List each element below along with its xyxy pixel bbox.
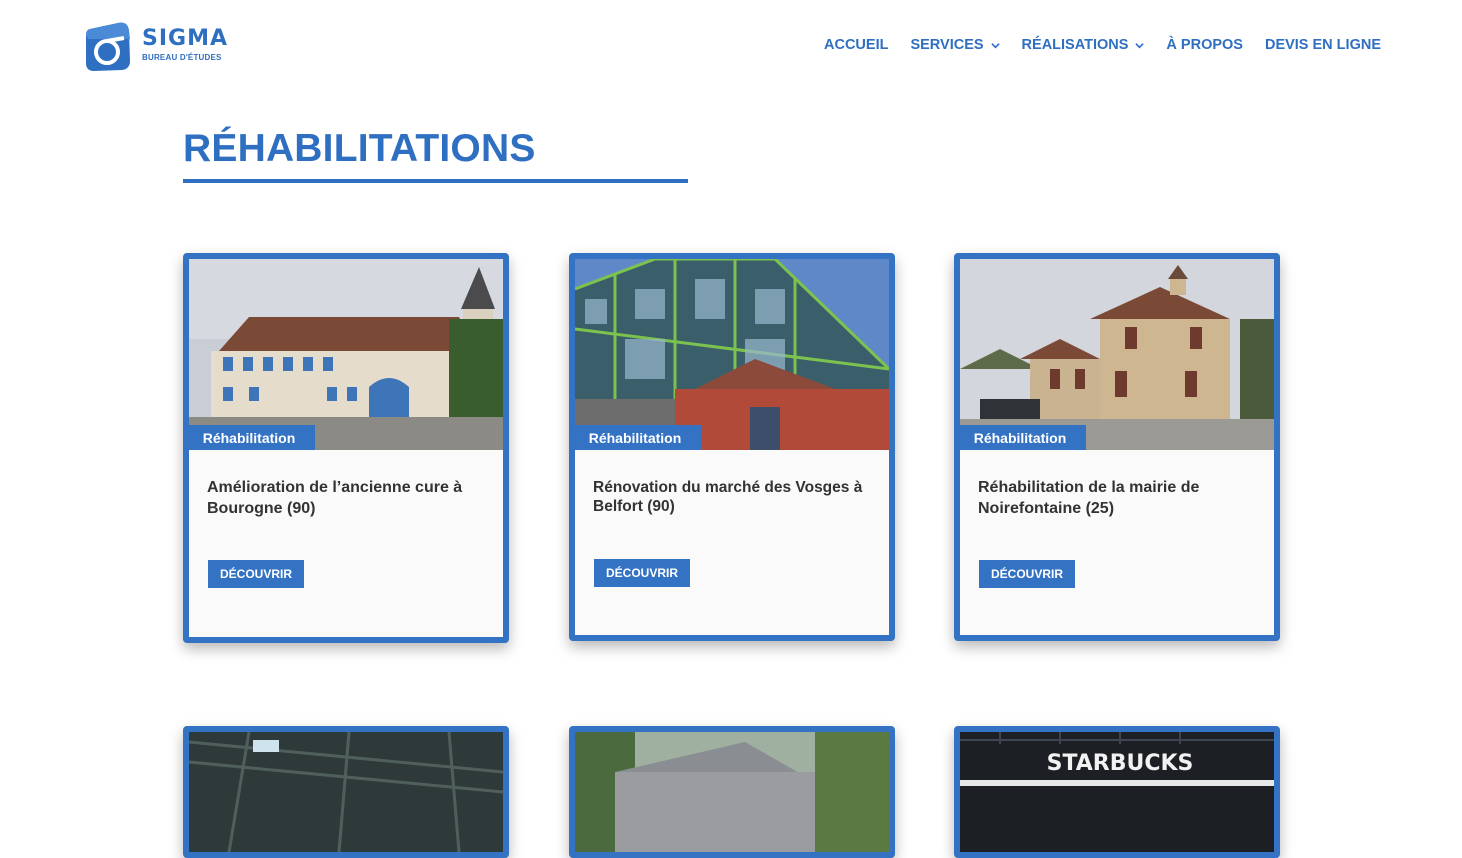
project-title[interactable]: Réhabilitation de la mairie de Noirefont… [978, 477, 1258, 519]
project-card[interactable]: STARBUCKS [954, 726, 1280, 858]
category-badge: Réhabilitation [954, 425, 1086, 450]
site-header: SIGMA BUREAU D'ÉTUDES ACCUEIL SERVICES R… [0, 0, 1462, 95]
nav-a-propos-label: À PROPOS [1166, 37, 1243, 53]
page-title: RÉHABILITATIONS [183, 127, 536, 170]
project-card[interactable]: Réhabilitation Amélioration de l’ancienn… [183, 253, 509, 643]
category-badge: Réhabilitation [183, 425, 315, 450]
project-card[interactable]: Réhabilitation Réhabilitation de la mair… [954, 253, 1280, 641]
logo-tagline: BUREAU D'ÉTUDES [142, 53, 222, 62]
project-image[interactable] [189, 732, 503, 852]
logo-title: SIGMA [142, 26, 229, 51]
project-card[interactable]: Réhabilitation Rénovation du marché des … [569, 253, 895, 641]
project-image[interactable]: STARBUCKS [960, 732, 1274, 852]
chevron-down-icon [990, 42, 1000, 48]
project-card[interactable] [183, 726, 509, 858]
decouvrir-button[interactable]: DÉCOUVRIR [208, 560, 304, 588]
project-image[interactable] [189, 259, 503, 450]
decouvrir-button[interactable]: DÉCOUVRIR [594, 559, 690, 587]
nav-a-propos[interactable]: À PROPOS [1166, 37, 1243, 53]
sigma-logo-icon [86, 22, 130, 71]
project-title[interactable]: Amélioration de l’ancienne cure à Bourog… [207, 477, 487, 519]
project-image[interactable] [960, 259, 1274, 450]
starbucks-sign: STARBUCKS [1047, 751, 1194, 776]
project-title[interactable]: Rénovation du marché des Vosges à Belfor… [593, 478, 873, 516]
nav-realisations-label: RÉALISATIONS [1021, 37, 1129, 53]
decouvrir-button[interactable]: DÉCOUVRIR [979, 560, 1075, 588]
nav-accueil[interactable]: ACCUEIL [824, 37, 888, 53]
chevron-down-icon [1135, 42, 1145, 48]
nav-realisations[interactable]: RÉALISATIONS [1022, 37, 1145, 53]
sigma-logo[interactable]: SIGMA BUREAU D'ÉTUDES [84, 21, 227, 73]
title-underline [183, 179, 688, 183]
category-badge: Réhabilitation [569, 425, 701, 450]
project-card[interactable] [569, 726, 895, 858]
project-image[interactable] [575, 732, 889, 852]
nav-accueil-label: ACCUEIL [824, 37, 889, 53]
nav-devis-label: DEVIS EN LIGNE [1264, 37, 1381, 53]
nav-devis-en-ligne[interactable]: DEVIS EN LIGNE [1265, 37, 1381, 53]
nav-services[interactable]: SERVICES [910, 37, 1000, 53]
project-image[interactable] [575, 259, 889, 450]
main-nav: ACCUEIL SERVICES RÉALISATIONS À PROPOS D… [802, 37, 1381, 53]
nav-services-label: SERVICES [910, 37, 984, 53]
